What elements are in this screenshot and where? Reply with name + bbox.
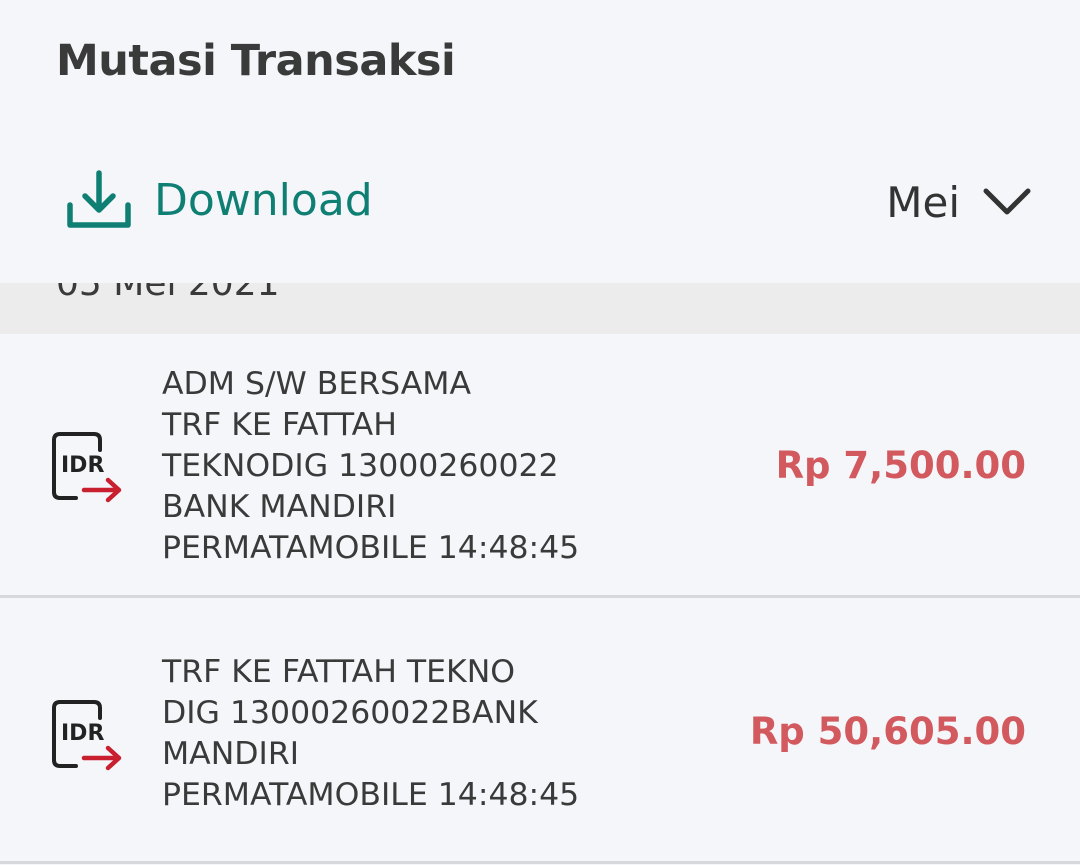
- idr-icon-text: IDR: [61, 721, 104, 746]
- chevron-down-icon: [980, 175, 1034, 229]
- transaction-amount: Rp 7,500.00: [775, 444, 1026, 487]
- description-line: TEKNODIG 13000260022: [162, 448, 559, 484]
- description-line: PERMATAMOBILE 14:48:45: [162, 530, 580, 566]
- download-label: Download: [154, 174, 373, 226]
- idr-icon-text: IDR: [61, 453, 104, 478]
- month-select[interactable]: Mei: [886, 170, 1034, 234]
- transaction-amount: Rp 50,605.00: [749, 710, 1026, 753]
- transaction-description: TRF KE FATTAH TEKNO DIG 13000260022BANK …: [162, 652, 682, 816]
- idr-transfer-out-icon: IDR: [50, 700, 128, 776]
- transaction-row[interactable]: IDR ADM S/W BERSAMA TRF KE FATTAH TEKNOD…: [0, 334, 1080, 598]
- page-title: Mutasi Transaksi: [56, 36, 456, 86]
- page-header: Mutasi Transaksi Download Mei: [0, 0, 1080, 283]
- month-selected-value: Mei: [886, 177, 960, 227]
- transaction-description: ADM S/W BERSAMA TRF KE FATTAH TEKNODIG 1…: [162, 364, 682, 569]
- description-line: TRF KE FATTAH: [162, 407, 397, 443]
- description-line: ADM S/W BERSAMA: [162, 366, 472, 402]
- transaction-list: IDR ADM S/W BERSAMA TRF KE FATTAH TEKNOD…: [0, 334, 1080, 864]
- description-line: MANDIRI: [162, 736, 300, 772]
- description-line: BANK MANDIRI: [162, 489, 397, 525]
- download-icon: [64, 165, 134, 235]
- transaction-row[interactable]: IDR TRF KE FATTAH TEKNO DIG 13000260022B…: [0, 598, 1080, 864]
- description-line: PERMATAMOBILE 14:48:45: [162, 777, 580, 813]
- description-line: TRF KE FATTAH TEKNO: [162, 654, 516, 690]
- idr-transfer-out-icon: IDR: [50, 432, 128, 508]
- description-line: DIG 13000260022BANK: [162, 695, 538, 731]
- download-button[interactable]: Download: [64, 160, 373, 240]
